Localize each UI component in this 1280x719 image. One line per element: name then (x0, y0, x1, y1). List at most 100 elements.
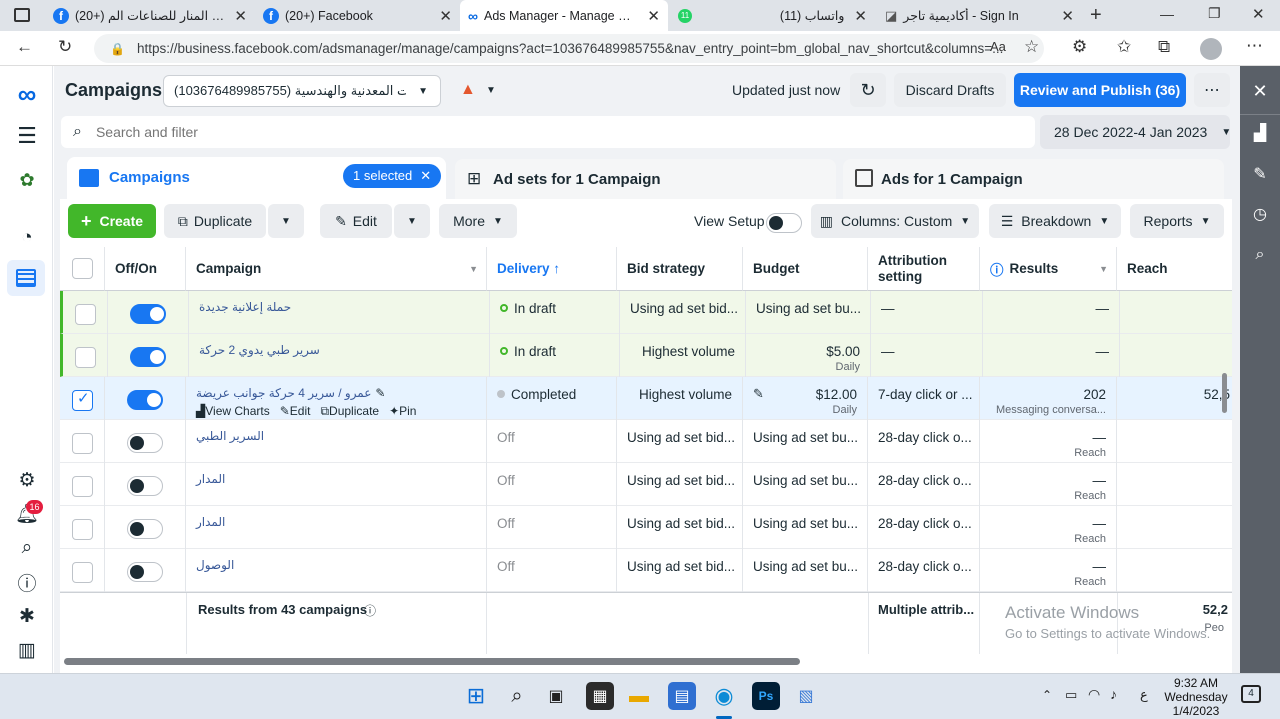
info-icon[interactable]: ⓘ (364, 602, 376, 619)
pin-action[interactable]: ✦Pin (389, 404, 416, 418)
column-campaign[interactable]: Campaign ▼ (186, 247, 487, 291)
row-checkbox[interactable] (72, 476, 93, 497)
columns-button[interactable]: ▥ Columns: Custom ▼ (811, 204, 979, 238)
duplicate-action[interactable]: ⧉Duplicate (320, 404, 379, 418)
dashboard-icon[interactable]: ◔ (13, 224, 41, 252)
side-panel-icon[interactable]: ▥ (13, 636, 41, 664)
pencil-icon[interactable]: ✎ (1245, 159, 1275, 189)
clear-selection-icon[interactable]: ✕ (420, 168, 431, 183)
warning-icon[interactable]: ▲ (460, 81, 476, 99)
column-delivery[interactable]: Delivery ↑ (487, 247, 617, 291)
campaign-name-link[interactable]: السرير الطبي (196, 429, 264, 443)
browser-tab-1[interactable]: f (20+) شركة المنار للصناعات الم ✕ (45, 0, 255, 31)
favorites-icon[interactable]: ✩ (1117, 37, 1131, 57)
duplicate-button[interactable]: ⧉ Duplicate (164, 204, 266, 238)
campaign-toggle[interactable] (127, 433, 163, 453)
search-filter-bar[interactable]: ⌕ (61, 116, 1035, 148)
view-setup-toggle[interactable] (766, 213, 802, 233)
create-button[interactable]: + Create (68, 204, 156, 238)
more-options-button[interactable]: ⋯ (1194, 73, 1230, 107)
bar-chart-icon[interactable]: ▟ (1245, 118, 1275, 148)
select-all-checkbox[interactable] (72, 258, 93, 279)
column-results[interactable]: ⓘ Results ▼ (980, 247, 1117, 291)
favorite-add-icon[interactable]: ☆ (1024, 37, 1039, 57)
vertical-scrollbar[interactable] (1222, 373, 1227, 413)
campaign-name-link[interactable]: حملة إعلانية جديدة (199, 300, 291, 314)
close-tab-icon[interactable]: ✕ (230, 7, 247, 25)
edit-dropdown[interactable]: ▼ (394, 204, 430, 238)
browser-tab-2[interactable]: f (20+) Facebook ✕ (255, 0, 460, 31)
campaign-toggle[interactable] (130, 304, 166, 324)
campaign-toggle[interactable] (127, 562, 163, 582)
close-window-icon[interactable]: ✕ (1252, 5, 1265, 23)
tab-actions-icon[interactable] (14, 8, 30, 22)
table-row[interactable]: السرير الطبي Off Using ad set bid... Using … (60, 420, 1232, 463)
wifi-icon[interactable]: ◠ (1088, 686, 1100, 703)
read-aloud-icon[interactable]: Aa (990, 39, 1006, 54)
campaign-name-link[interactable]: المدار (196, 472, 225, 486)
clock[interactable]: 9:32 AM Wednesday 1/4/2023 (1160, 676, 1232, 718)
campaign-name-link[interactable]: المدار (196, 515, 225, 529)
close-tab-icon[interactable]: ✕ (1057, 7, 1074, 25)
discard-drafts-button[interactable]: Discard Drafts (894, 73, 1006, 107)
edge-icon[interactable]: ◉ (710, 682, 738, 710)
reports-button[interactable]: Reports ▼ (1130, 204, 1224, 238)
row-checkbox[interactable] (72, 519, 93, 540)
business-avatar[interactable]: ✿ (13, 166, 41, 194)
minimize-icon[interactable]: — (1160, 6, 1174, 22)
start-icon[interactable]: ⊞ (462, 682, 490, 710)
file-explorer-icon[interactable]: ▬ (625, 682, 653, 710)
refresh-button[interactable]: ↻ (850, 73, 886, 107)
selected-count-chip[interactable]: 1 selected ✕ (343, 164, 442, 188)
edit-button[interactable]: ✎ Edit (320, 204, 392, 238)
table-row[interactable]: المدار Off Using ad set bid... Using ad set… (60, 506, 1232, 549)
view-charts-action[interactable]: ▟View Charts (196, 404, 270, 418)
search-input[interactable] (95, 124, 896, 140)
column-budget[interactable]: Budget (743, 247, 868, 291)
pencil-icon[interactable]: ✎ (753, 386, 764, 402)
more-icon[interactable]: ⋯ (1246, 36, 1263, 56)
account-selector[interactable]: ـاعات المعدنية والهندسية (10367648998575… (163, 75, 441, 107)
column-reach[interactable]: Reach (1117, 247, 1232, 291)
breakdown-button[interactable]: ☰ Breakdown ▼ (989, 204, 1121, 238)
collections-icon[interactable]: ⧉ (1158, 37, 1170, 57)
table-row[interactable]: ✓ عمرو / سرير 4 حركة جوانب عريضة ✎ ▟View Ch… (60, 377, 1232, 420)
column-offon[interactable]: Off/On (105, 247, 186, 291)
chevron-down-icon[interactable]: ▼ (486, 85, 496, 96)
row-checkbox[interactable] (75, 347, 96, 368)
row-checkbox[interactable] (72, 433, 93, 454)
table-row[interactable]: الوصول Off Using ad set bid... Using ad set… (60, 549, 1232, 592)
photoshop-icon[interactable]: Ps (752, 682, 780, 710)
close-tab-icon[interactable]: ✕ (435, 7, 452, 25)
bug-icon[interactable]: ✱ (13, 602, 41, 630)
tab-ads[interactable]: Ads for 1 Campaign (843, 159, 1224, 199)
language-indicator[interactable]: ع (1140, 687, 1148, 703)
profile-avatar[interactable] (1200, 38, 1222, 60)
restore-icon[interactable]: ❐ (1208, 5, 1221, 22)
pencil-icon[interactable]: ✎ (375, 386, 385, 400)
task-view-icon[interactable]: ▣ (542, 682, 570, 710)
row-checkbox[interactable] (72, 562, 93, 583)
meta-logo-icon[interactable]: ∞ (13, 79, 41, 109)
review-publish-button[interactable]: Review and Publish (36) (1014, 73, 1186, 107)
search-icon[interactable]: ⌕ (13, 534, 41, 562)
settings-icon[interactable]: ⚙ (13, 466, 41, 494)
widgets-icon[interactable]: ▦ (586, 682, 614, 710)
new-tab-icon[interactable]: + (1090, 4, 1102, 27)
close-tab-icon[interactable]: ✕ (850, 7, 867, 25)
close-panel-icon[interactable]: ✕ (1245, 76, 1275, 106)
extensions-icon[interactable]: ⚙ (1072, 37, 1087, 57)
horizontal-scrollbar[interactable] (64, 658, 800, 665)
search-icon[interactable]: ⌕ (503, 682, 531, 710)
table-row[interactable]: سرير طبي يدوي 2 حركة In draft Highest volu… (60, 334, 1232, 377)
row-checkbox[interactable] (75, 304, 96, 325)
duplicate-dropdown[interactable]: ▼ (268, 204, 304, 238)
photos-icon[interactable]: ▧ (792, 682, 820, 710)
campaign-name-link[interactable]: سرير طبي يدوي 2 حركة (199, 343, 320, 357)
notification-center-icon[interactable]: 4 (1241, 685, 1261, 703)
volume-icon[interactable]: ♪ (1110, 686, 1117, 702)
ads-manager-nav-active[interactable] (7, 260, 45, 296)
table-row[interactable]: المدار Off Using ad set bid... Using ad set… (60, 463, 1232, 506)
table-row[interactable]: حملة إعلانية جديدة In draft Using ad set b… (60, 291, 1232, 334)
back-icon[interactable]: ← (16, 37, 33, 57)
